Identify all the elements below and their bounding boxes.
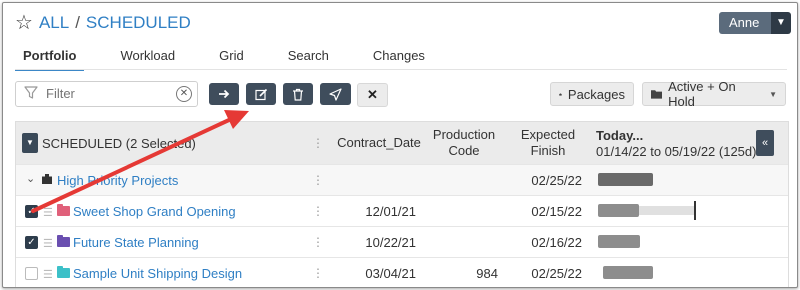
tab-changes[interactable]: Changes bbox=[365, 45, 433, 67]
table-row[interactable]: ☰ Sample Unit Shipping Design ⋮ 03/04/21… bbox=[16, 257, 788, 287]
header-expected-finish-line1: Expected bbox=[520, 127, 576, 142]
production-code: 984 bbox=[476, 266, 498, 281]
user-menu[interactable]: Anne ▼ bbox=[719, 12, 791, 34]
package-icon bbox=[42, 174, 52, 184]
chevron-down-icon[interactable]: ⌄ bbox=[26, 172, 35, 185]
breadcrumb: ☆ ALL / SCHEDULED bbox=[15, 13, 191, 33]
today-marker bbox=[694, 201, 696, 220]
column-menu-icon[interactable]: ⋮ bbox=[312, 137, 324, 149]
header-contract-date[interactable]: Contract_Date bbox=[334, 135, 424, 151]
folder-icon bbox=[57, 235, 70, 247]
send-icon bbox=[329, 87, 342, 101]
header-expected-finish-line2: Finish bbox=[530, 143, 566, 158]
portfolio-grid: ▼ SCHEDULED (2 Selected) ⋮ Contract_Date… bbox=[15, 121, 789, 287]
collapse-timeline-button[interactable]: « bbox=[756, 130, 774, 156]
folder-icon bbox=[57, 266, 70, 278]
selection-label: SCHEDULED (2 Selected) bbox=[42, 136, 196, 151]
delete-button[interactable] bbox=[283, 83, 313, 105]
trash-icon bbox=[293, 88, 303, 101]
edit-button[interactable] bbox=[246, 83, 276, 105]
row-menu-icon[interactable]: ⋮ bbox=[312, 267, 324, 279]
user-name[interactable]: Anne bbox=[719, 12, 771, 34]
folder-icon bbox=[57, 204, 70, 216]
package-icon bbox=[559, 92, 562, 96]
breadcrumb-current[interactable]: SCHEDULED bbox=[86, 13, 191, 33]
table-row[interactable]: ✓ ☰ Future State Planning ⋮ 10/22/21 02/… bbox=[16, 226, 788, 258]
filter-input[interactable] bbox=[44, 85, 168, 102]
close-icon: ✕ bbox=[367, 87, 378, 102]
group-expected-finish: 02/25/22 bbox=[531, 173, 582, 188]
timeline-range: 01/14/22 to 05/19/22 (125d) bbox=[596, 144, 757, 159]
grid-header: ▼ SCHEDULED (2 Selected) ⋮ Contract_Date… bbox=[16, 122, 788, 164]
chevron-down-icon: ▼ bbox=[769, 89, 777, 99]
table-row[interactable]: ✓ ☰ Sweet Shop Grand Opening ⋮ 12/01/21 … bbox=[16, 195, 788, 227]
header-production-code-line1: Production bbox=[432, 127, 496, 142]
expected-finish: 02/15/22 bbox=[531, 204, 582, 219]
timeline-bar[interactable] bbox=[598, 173, 653, 186]
group-name[interactable]: High Priority Projects bbox=[57, 173, 178, 188]
project-name[interactable]: Sweet Shop Grand Opening bbox=[73, 204, 236, 219]
breadcrumb-separator: / bbox=[75, 13, 80, 32]
tab-search[interactable]: Search bbox=[280, 45, 337, 67]
row-menu-icon[interactable]: ⋮ bbox=[312, 174, 324, 186]
contract-date: 03/04/21 bbox=[365, 266, 416, 281]
edit-icon bbox=[254, 88, 267, 100]
header-production-code[interactable]: Production Code bbox=[428, 127, 500, 159]
expected-finish: 02/16/22 bbox=[531, 235, 582, 250]
column-toggle-button[interactable]: ▼ bbox=[22, 133, 38, 153]
packages-label: Packages bbox=[567, 86, 625, 102]
status-filter-label: Active + On Hold bbox=[668, 79, 736, 109]
tab-grid[interactable]: Grid bbox=[211, 45, 252, 67]
close-button[interactable]: ✕ bbox=[357, 83, 388, 107]
timeline-bar[interactable] bbox=[598, 204, 639, 217]
status-filter-dropdown[interactable]: Active + On Hold ▼ bbox=[642, 79, 786, 109]
tab-divider bbox=[15, 69, 787, 70]
group-row[interactable]: ⌄ High Priority Projects ⋮ 02/25/22 bbox=[16, 164, 788, 196]
drag-handle-icon[interactable]: ☰ bbox=[43, 237, 53, 250]
drag-handle-icon[interactable]: ☰ bbox=[43, 268, 53, 281]
send-button[interactable] bbox=[320, 83, 351, 105]
clear-filter-icon[interactable]: ✕ bbox=[176, 86, 192, 102]
app-window: ☆ ALL / SCHEDULED Anne ▼ Portfolio Workl… bbox=[2, 2, 798, 288]
row-menu-icon[interactable]: ⋮ bbox=[312, 205, 324, 217]
header-production-code-line2: Code bbox=[448, 143, 480, 158]
contract-date: 10/22/21 bbox=[365, 235, 416, 250]
timeline-bar[interactable] bbox=[603, 266, 653, 279]
tab-bar: Portfolio Workload Grid Search Changes bbox=[15, 45, 461, 71]
timeline-title[interactable]: Today... bbox=[596, 128, 643, 143]
filter-icon bbox=[24, 86, 38, 99]
header-expected-finish[interactable]: Expected Finish bbox=[512, 127, 584, 159]
move-button[interactable] bbox=[209, 83, 239, 105]
packages-button[interactable]: Packages bbox=[550, 82, 634, 106]
chevron-down-icon[interactable]: ▼ bbox=[771, 12, 791, 34]
filter-box[interactable]: ✕ bbox=[15, 81, 198, 107]
tab-portfolio[interactable]: Portfolio bbox=[15, 45, 85, 71]
row-checkbox[interactable]: ✓ bbox=[25, 205, 38, 218]
arrow-right-icon bbox=[219, 89, 230, 99]
timeline-bar[interactable] bbox=[598, 235, 640, 248]
tab-workload[interactable]: Workload bbox=[112, 45, 183, 67]
breadcrumb-root[interactable]: ALL bbox=[39, 13, 69, 33]
row-checkbox[interactable] bbox=[25, 267, 38, 280]
expected-finish: 02/25/22 bbox=[531, 266, 582, 281]
contract-date: 12/01/21 bbox=[365, 204, 416, 219]
row-checkbox[interactable]: ✓ bbox=[25, 236, 38, 249]
drag-handle-icon[interactable]: ☰ bbox=[43, 206, 53, 219]
folder-icon bbox=[651, 90, 663, 99]
project-name[interactable]: Sample Unit Shipping Design bbox=[73, 266, 242, 281]
row-menu-icon[interactable]: ⋮ bbox=[312, 236, 324, 248]
star-icon[interactable]: ☆ bbox=[15, 13, 33, 33]
project-name[interactable]: Future State Planning bbox=[73, 235, 199, 250]
